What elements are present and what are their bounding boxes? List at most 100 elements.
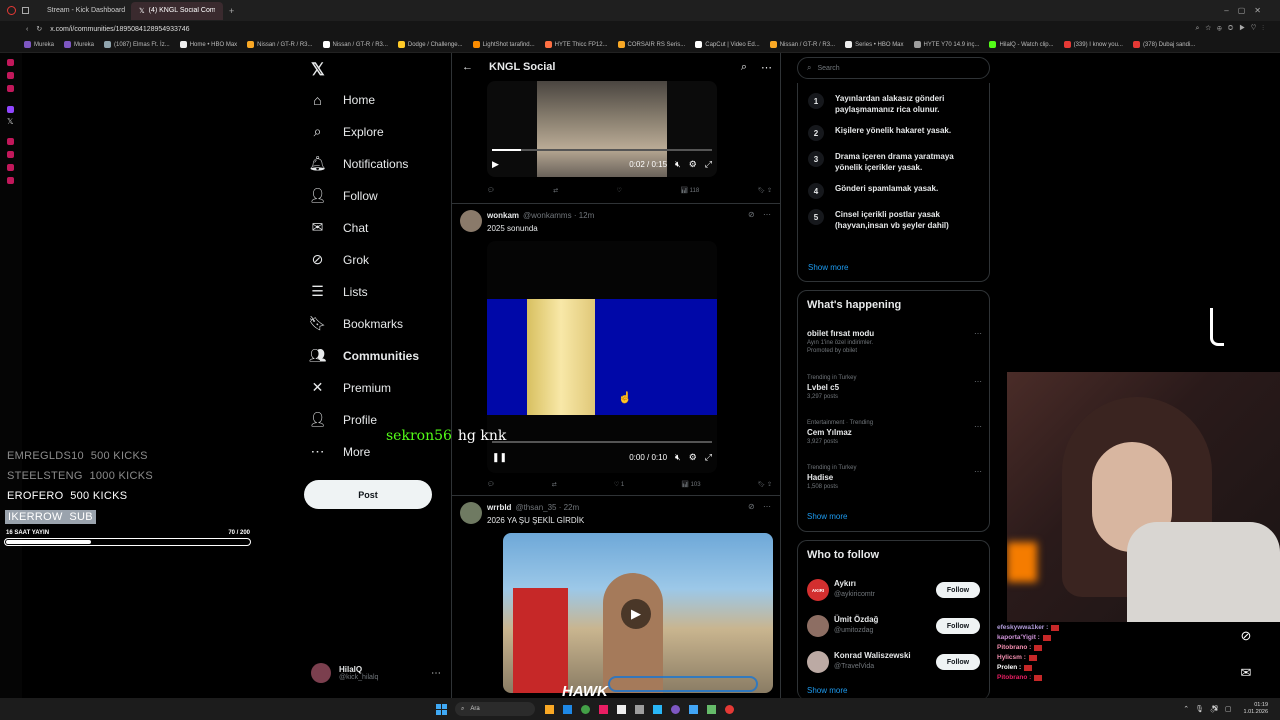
- trend-item[interactable]: Entertainment · Trending Cem Yılmaz 3,927 …: [807, 420, 982, 445]
- tweet[interactable]: wonkam @wonkamms · 12m ⊘ ⋯ 2025 sonunda …: [452, 204, 780, 495]
- nav-item-home[interactable]: ⌂ Home: [310, 92, 375, 108]
- tab-list-icon[interactable]: [22, 7, 29, 14]
- taskbar-apps[interactable]: [545, 704, 734, 714]
- bookmark-item[interactable]: LightShot tarafind...: [472, 41, 535, 48]
- back-arrow-icon[interactable]: ←: [462, 61, 473, 73]
- grok-icon[interactable]: ⊘: [748, 210, 755, 219]
- more-dots-icon[interactable]: ⋯: [761, 61, 772, 74]
- bookmark-item[interactable]: HYTE Thicc FP12...: [544, 41, 608, 48]
- rules-show-more[interactable]: Show more: [808, 263, 848, 272]
- tweet-author[interactable]: wrrbld: [487, 503, 511, 512]
- sidebar-app-icon[interactable]: [7, 72, 14, 79]
- nav-item-profile[interactable]: 👤︎ Profile: [309, 411, 377, 427]
- video-progress-track[interactable]: [492, 441, 712, 443]
- more-dots-icon[interactable]: ⋯: [974, 467, 982, 476]
- follow-suggestion[interactable]: Konrad Waliszewski @TravelVida Follow: [798, 649, 989, 679]
- more-dots-icon[interactable]: ⋯: [763, 210, 771, 219]
- more-dots-icon[interactable]: ⋯: [431, 668, 441, 679]
- nav-item-lists[interactable]: ☰ Lists: [310, 283, 367, 299]
- windows-start-icon[interactable]: [436, 703, 447, 715]
- account-switcher[interactable]: HilalQ @kick_hilalq ⋯: [311, 660, 441, 686]
- bookmark-item[interactable]: Nissan / GT-R / R3...: [769, 41, 835, 48]
- x-app-icon[interactable]: 𝕏: [7, 117, 22, 126]
- sidebar-app-icon[interactable]: [7, 164, 14, 171]
- video-progress-track[interactable]: [492, 149, 712, 151]
- nav-item-grok[interactable]: ⊘ Grok: [310, 251, 369, 267]
- video-player[interactable]: ▶ 0:02 / 0:15 🔇︎ ⚙ ⤢: [487, 81, 717, 177]
- taskbar-search[interactable]: ⌕ Ara: [455, 702, 535, 716]
- reply-icon[interactable]: 💬︎: [487, 481, 495, 488]
- sidebar-app-icon[interactable]: [7, 151, 14, 158]
- sidebar-app-icon[interactable]: [7, 138, 14, 145]
- url-field[interactable]: x.com/i/communities/1895084128954933746: [50, 26, 189, 33]
- nav-item-communities[interactable]: 👥︎ Communities: [309, 347, 419, 363]
- bookmark-item[interactable]: HilalQ - Watch clip...: [989, 41, 1054, 48]
- grok-icon[interactable]: ⊘: [748, 502, 755, 511]
- nav-item-premium[interactable]: ✕ Premium: [310, 379, 391, 395]
- reload-icon[interactable]: ↻: [36, 25, 42, 33]
- bookmark-item[interactable]: Dodge / Challenge...: [397, 41, 463, 48]
- settings-icon[interactable]: ⚙: [689, 159, 697, 170]
- new-tab-icon[interactable]: +: [229, 6, 234, 16]
- nav-item-bookmarks[interactable]: 🔖︎ Bookmarks: [309, 315, 403, 331]
- follow-button[interactable]: Follow: [936, 618, 980, 634]
- extension-icons[interactable]: ⌕☆⊕◎▶♡⋮: [1196, 25, 1270, 33]
- like-icon[interactable]: ♡: [617, 187, 622, 194]
- sidebar-app-icon[interactable]: [7, 59, 14, 66]
- follow-button[interactable]: Follow: [936, 654, 980, 670]
- bookmark-item[interactable]: (1087) Elmas Ft. İz...: [104, 41, 170, 48]
- post-button[interactable]: Post: [304, 480, 432, 509]
- nav-item-notifications[interactable]: 🔔︎ Notifications: [309, 155, 409, 171]
- bookmark-item[interactable]: Nissan / GT-R / R3...: [322, 41, 388, 48]
- bookmark-item[interactable]: (378) Dubaj sandi...: [1132, 41, 1195, 48]
- mute-icon[interactable]: 🔇︎: [675, 159, 681, 170]
- bookmark-item[interactable]: Nissan / GT-R / R3...: [247, 41, 313, 48]
- bookmark-item[interactable]: Mureka: [64, 41, 94, 48]
- tab-kick-dashboard[interactable]: Stream - Kick Dashboard: [35, 2, 131, 20]
- fullscreen-icon[interactable]: ⤢: [705, 452, 712, 463]
- bookmark-share[interactable]: 🔖︎ ⇪: [758, 481, 772, 488]
- settings-icon[interactable]: ⚙: [689, 452, 697, 463]
- more-dots-icon[interactable]: ⋯: [974, 329, 982, 338]
- x-logo-icon[interactable]: 𝕏: [311, 60, 325, 80]
- repost-icon[interactable]: ⇄: [553, 187, 558, 194]
- bookmark-item[interactable]: HYTE Y70 14.9 inç...: [913, 41, 979, 48]
- nav-item-follow[interactable]: 👤︎ Follow: [309, 187, 378, 203]
- tweet[interactable]: wrrbld @thsan_35 · 22m ⊘ ⋯ 2026 YA ŞU ŞE…: [452, 496, 780, 698]
- bookmark-item[interactable]: CapCut | Video Ed...: [695, 41, 760, 48]
- search-box[interactable]: ⌕ Search: [797, 57, 990, 79]
- search-icon[interactable]: ⌕: [741, 61, 747, 74]
- more-dots-icon[interactable]: ⋯: [974, 377, 982, 386]
- play-circle-icon[interactable]: ▶: [621, 599, 651, 629]
- sidebar-app-icon[interactable]: [7, 177, 14, 184]
- video-thumbnail[interactable]: ▶: [503, 533, 773, 693]
- nav-item-explore[interactable]: ⌕ Explore: [310, 123, 384, 139]
- follow-show-more[interactable]: Show more: [807, 686, 847, 695]
- play-icon[interactable]: ▶: [492, 159, 499, 170]
- trend-item[interactable]: Trending in Turkey Hadise 1,508 posts ⋯: [807, 465, 982, 490]
- nav-item-more[interactable]: ⋯ More: [310, 443, 371, 459]
- trend-item[interactable]: obilet fırsat modu Ayın 1'ine özel indiri…: [807, 327, 982, 354]
- window-controls[interactable]: –▢✕: [1224, 6, 1270, 15]
- video-player[interactable]: ☝ ❚❚ 0:00 / 0:10 🔇︎ ⚙ ⤢: [487, 241, 717, 473]
- bookmark-item[interactable]: (339) I know you...: [1063, 41, 1123, 48]
- twitch-icon[interactable]: [7, 106, 14, 113]
- follow-suggestion[interactable]: Ümit Özdağ @umitozdag Follow: [798, 613, 989, 643]
- sidebar-app-icon[interactable]: [7, 85, 14, 92]
- follow-suggestion[interactable]: AKIRI Aykırı @aykiricomtr Follow: [798, 577, 989, 607]
- trend-item[interactable]: Trending in Turkey Lvbel c5 3,297 posts ⋯: [807, 375, 982, 400]
- tray-icons[interactable]: ⌃🎙︎🔊︎▢: [1183, 705, 1237, 713]
- back-icon[interactable]: ‹: [26, 26, 28, 33]
- follow-button[interactable]: Follow: [936, 582, 980, 598]
- mute-icon[interactable]: 🔇︎: [675, 452, 681, 463]
- bookmark-share[interactable]: 🔖︎ ⇪: [758, 187, 772, 194]
- trends-show-more[interactable]: Show more: [807, 512, 847, 521]
- views-count[interactable]: 📊︎ 118: [680, 187, 699, 194]
- tab-kngl-social[interactable]: 𝕏 (4) KNGL Social Community: [131, 1, 223, 20]
- nav-item-chat[interactable]: ✉ Chat: [310, 219, 369, 235]
- like-count[interactable]: ♡ 1: [614, 481, 624, 488]
- bookmark-item[interactable]: Home • HBO Max: [179, 41, 237, 48]
- reply-icon[interactable]: 💬︎: [487, 187, 495, 194]
- bookmark-item[interactable]: CORSAIR RS Seris...: [617, 41, 685, 48]
- views-count[interactable]: 📊︎ 103: [681, 481, 700, 488]
